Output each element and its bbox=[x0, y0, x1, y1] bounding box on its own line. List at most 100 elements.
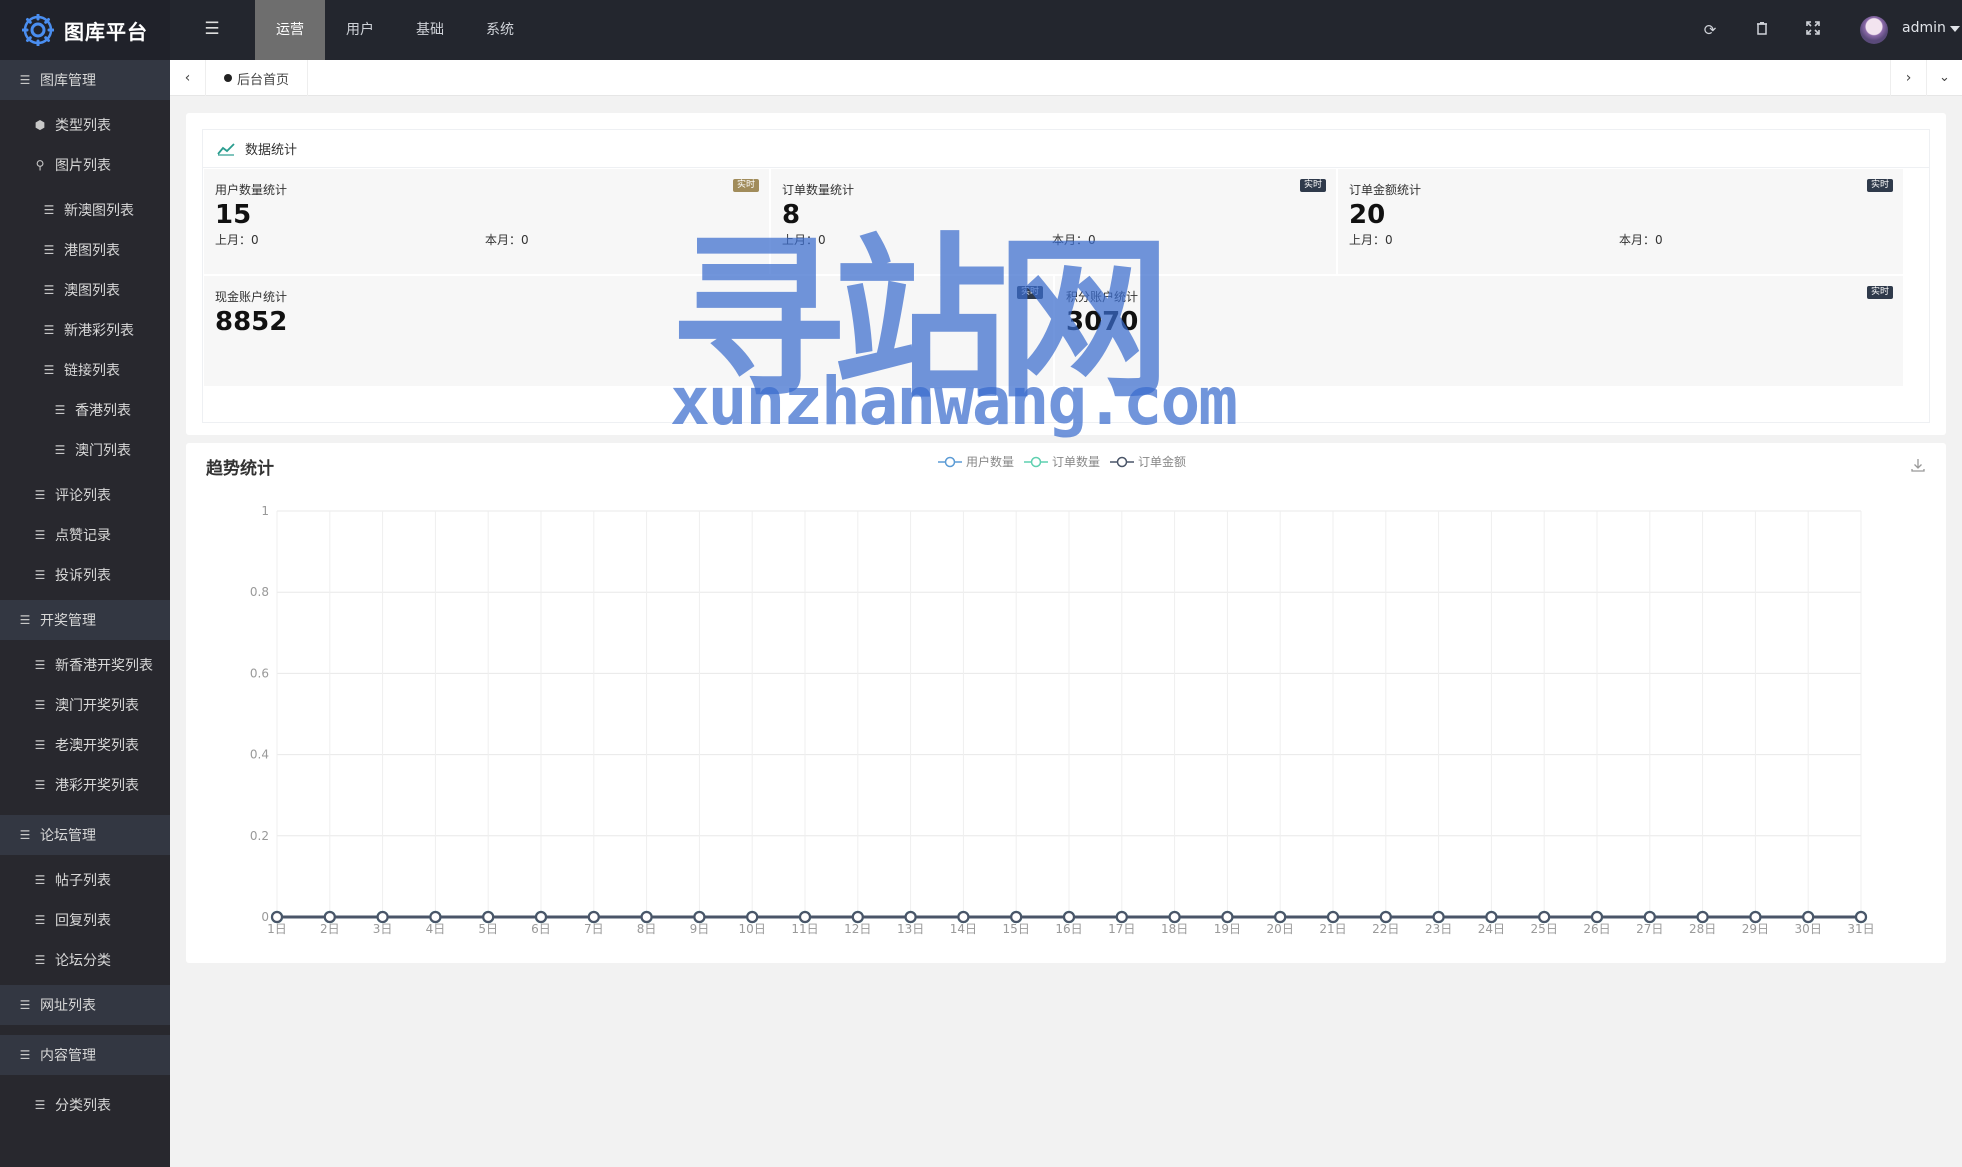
topnav-operation[interactable]: 运营 bbox=[255, 0, 325, 60]
data-point bbox=[851, 910, 864, 924]
sidebar-item-15[interactable]: ☰ 澳门开奖列表 bbox=[0, 685, 170, 725]
app-logo[interactable]: 图库平台 bbox=[0, 0, 170, 60]
data-point bbox=[957, 910, 970, 924]
data-point bbox=[1432, 910, 1445, 924]
sidebar-item-23[interactable]: ☰ 内容管理 bbox=[0, 1035, 170, 1075]
tab-home[interactable]: 后台首页 bbox=[206, 60, 309, 96]
refresh-icon[interactable]: ⟳ bbox=[1700, 20, 1720, 40]
sidebar-item-1[interactable]: ⬢ 类型列表 bbox=[0, 105, 170, 145]
x-tick-label: 11日 bbox=[791, 922, 818, 936]
legend-item[interactable]: 用户数量 bbox=[938, 453, 1014, 470]
sidebar-item-6[interactable]: ☰ 新港彩列表 bbox=[0, 310, 170, 350]
stat-value: 8852 bbox=[215, 307, 288, 337]
y-tick-label: 0.2 bbox=[250, 829, 269, 843]
sidebar-item-label: 分类列表 bbox=[55, 1098, 111, 1114]
trend-card: 0 0.2 0.4 0.6 0.8 1 1日 2日 3日 4日 5日 6日 7日 8日 9日 10日 11日 12… bbox=[186, 443, 1946, 963]
sidebar-item-0[interactable]: ☰ 图库管理 bbox=[0, 60, 170, 100]
sidebar-item-5[interactable]: ☰ 澳图列表 bbox=[0, 270, 170, 310]
sidebar-item-label: 澳门开奖列表 bbox=[55, 698, 139, 714]
legend-item[interactable]: 订单金额 bbox=[1110, 453, 1186, 470]
sidebar-item-13[interactable]: ☰ 开奖管理 bbox=[0, 600, 170, 640]
x-tick-label: 21日 bbox=[1319, 922, 1346, 936]
tab-bar: ‹ 后台首页 › ⌄ bbox=[170, 60, 1962, 96]
fullscreen-icon[interactable] bbox=[1803, 20, 1823, 40]
x-tick-label: 16日 bbox=[1055, 922, 1082, 936]
stat-card-amount: 订单金额统计 20 实时 上月：0 本月：0 bbox=[1338, 169, 1903, 274]
data-point bbox=[1749, 910, 1762, 924]
list-icon: ☰ bbox=[34, 1098, 46, 1112]
sidebar-item-24[interactable]: ☰ 分类列表 bbox=[0, 1085, 170, 1125]
sidebar-item-7[interactable]: ☰ 链接列表 bbox=[0, 350, 170, 390]
sidebar-item-18[interactable]: ☰ 论坛管理 bbox=[0, 815, 170, 855]
sidebar-item-label: 网址列表 bbox=[40, 998, 96, 1014]
chevron-right-icon[interactable]: › bbox=[1890, 60, 1926, 96]
chevron-down-icon[interactable] bbox=[1950, 26, 1960, 32]
sidebar-item-label: 新香港开奖列表 bbox=[55, 658, 153, 674]
download-icon[interactable] bbox=[1910, 457, 1926, 473]
sidebar-item-label: 开奖管理 bbox=[40, 613, 96, 629]
sidebar-item-label: 澳图列表 bbox=[64, 283, 120, 299]
data-point bbox=[693, 910, 706, 924]
stat-this-month: 本月：0 bbox=[485, 233, 529, 247]
topnav-basic[interactable]: 基础 bbox=[395, 0, 465, 60]
list-icon: ☰ bbox=[19, 613, 31, 627]
sidebar-item-16[interactable]: ☰ 老澳开奖列表 bbox=[0, 725, 170, 765]
user-name[interactable]: admin bbox=[1902, 20, 1946, 36]
app-title: 图库平台 bbox=[64, 19, 148, 44]
list-icon: ☰ bbox=[34, 738, 46, 752]
sidebar-item-label: 港彩开奖列表 bbox=[55, 778, 139, 794]
sidebar-item-21[interactable]: ☰ 论坛分类 bbox=[0, 940, 170, 980]
sidebar-item-11[interactable]: ☰ 点赞记录 bbox=[0, 515, 170, 555]
y-tick-label: 1 bbox=[261, 504, 269, 518]
sidebar-toggle-icon[interactable]: ☰ bbox=[201, 18, 223, 40]
sidebar-item-9[interactable]: ☰ 澳门列表 bbox=[0, 430, 170, 470]
status-badge: 实时 bbox=[1299, 179, 1326, 192]
data-point bbox=[1274, 910, 1287, 924]
sidebar-item-20[interactable]: ☰ 回复列表 bbox=[0, 900, 170, 940]
sidebar-item-label: 老澳开奖列表 bbox=[55, 738, 139, 754]
list-icon: ☰ bbox=[34, 778, 46, 792]
data-point bbox=[1221, 910, 1234, 924]
sidebar-item-3[interactable]: ☰ 新澳图列表 bbox=[0, 190, 170, 230]
stat-value: 20 bbox=[1349, 200, 1386, 230]
stat-card-points: 积分账户统计 3070 实时 bbox=[1055, 276, 1903, 386]
x-tick-label: 3日 bbox=[373, 922, 393, 936]
x-tick-label: 8日 bbox=[637, 922, 657, 936]
data-point bbox=[1590, 910, 1604, 924]
avatar[interactable] bbox=[1860, 16, 1888, 44]
stat-last-month: 上月：0 bbox=[215, 233, 259, 247]
sidebar-item-8[interactable]: ☰ 香港列表 bbox=[0, 390, 170, 430]
sidebar-item-22[interactable]: ☰ 网址列表 bbox=[0, 985, 170, 1025]
sidebar-item-label: 香港列表 bbox=[75, 403, 131, 419]
sidebar-item-17[interactable]: ☰ 港彩开奖列表 bbox=[0, 765, 170, 805]
x-tick-label: 27日 bbox=[1636, 922, 1663, 936]
sidebar-item-label: 澳门列表 bbox=[75, 443, 131, 459]
y-tick-label: 0.4 bbox=[250, 748, 269, 762]
menu-icon: ☰ bbox=[19, 73, 31, 87]
chevron-left-icon[interactable]: ‹ bbox=[170, 60, 206, 96]
list-icon: ☰ bbox=[34, 953, 46, 967]
legend-item[interactable]: 订单数量 bbox=[1024, 453, 1100, 470]
sidebar-item-label: 内容管理 bbox=[40, 1048, 96, 1064]
sidebar-item-label: 论坛分类 bbox=[55, 953, 111, 969]
sidebar-item-12[interactable]: ☰ 投诉列表 bbox=[0, 555, 170, 595]
sidebar-item-19[interactable]: ☰ 帖子列表 bbox=[0, 860, 170, 900]
chevron-down-icon[interactable]: ⌄ bbox=[1926, 60, 1962, 96]
topnav-user[interactable]: 用户 bbox=[325, 0, 395, 60]
list-icon: ☰ bbox=[43, 243, 55, 257]
sidebar-item-10[interactable]: ☰ 评论列表 bbox=[0, 475, 170, 515]
status-badge: 实时 bbox=[1016, 286, 1043, 299]
topnav-system[interactable]: 系统 bbox=[465, 0, 535, 60]
trash-icon[interactable] bbox=[1752, 20, 1772, 40]
x-tick-label: 24日 bbox=[1478, 922, 1505, 936]
x-tick-label: 7日 bbox=[584, 922, 604, 936]
sidebar-item-4[interactable]: ☰ 港图列表 bbox=[0, 230, 170, 270]
sidebar-item-2[interactable]: ⚲ 图片列表 bbox=[0, 145, 170, 185]
sidebar-item-14[interactable]: ☰ 新香港开奖列表 bbox=[0, 645, 170, 685]
stat-this-month: 本月：0 bbox=[1052, 233, 1096, 247]
sidebar-item-label: 图片列表 bbox=[55, 158, 111, 174]
legend-label: 订单数量 bbox=[1052, 455, 1101, 469]
data-point bbox=[1062, 910, 1076, 924]
x-tick-label: 31日 bbox=[1847, 922, 1874, 936]
data-point bbox=[1010, 910, 1023, 924]
